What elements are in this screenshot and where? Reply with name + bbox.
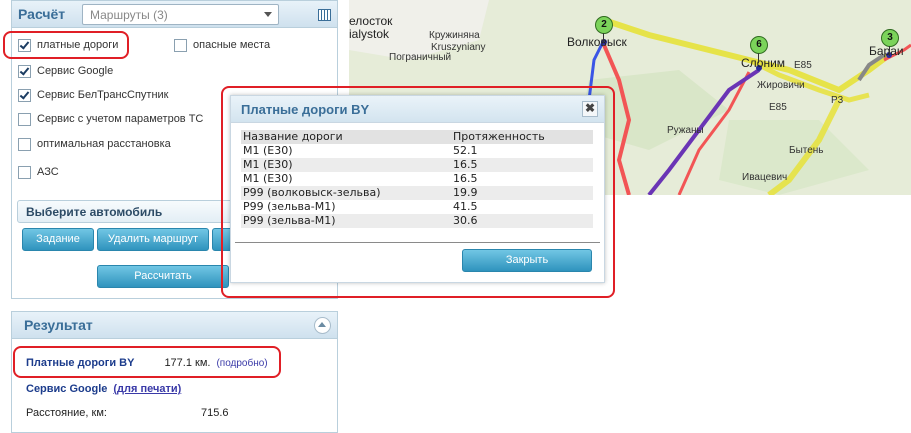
route-marker-3[interactable]: 3 <box>881 29 899 56</box>
google-service-summary: Сервис Google (для печати) <box>26 383 181 395</box>
checkbox-google-service[interactable]: Сервис Google <box>18 64 113 78</box>
calc-panel-title: Расчёт <box>18 6 66 22</box>
map-label-bytyen: Бытень <box>789 145 824 156</box>
checkbox-google-service-label: Сервис Google <box>37 65 114 77</box>
checkbox-beltrans-service-box[interactable] <box>18 88 31 102</box>
table-icon[interactable] <box>318 9 331 21</box>
print-link[interactable]: (для печати) <box>113 383 181 395</box>
delete-route-button[interactable]: Удалить маршрут <box>97 228 209 251</box>
distance-label: Расстояние, км: <box>26 407 107 419</box>
highlight-toll-checkbox <box>3 31 129 59</box>
map-label-r3: Р3 <box>831 95 844 106</box>
checkbox-gas-stations-box[interactable] <box>18 165 31 179</box>
checkbox-gas-stations[interactable]: АЗС <box>18 165 59 179</box>
route-marker-2[interactable]: 2 <box>595 16 613 43</box>
distance-value: 715.6 <box>201 407 229 419</box>
checkbox-optimal-placement[interactable]: оптимальная расстановка <box>18 137 171 151</box>
checkbox-vehicle-params-label: Сервис с учетом параметров ТС <box>37 113 204 125</box>
calc-panel-header: Расчёт Маршруты (3) <box>12 1 337 28</box>
checkbox-vehicle-params[interactable]: Сервис с учетом параметров ТС <box>18 112 203 126</box>
map-label-belostok: елосток <box>349 14 393 28</box>
checkbox-gas-stations-label: АЗС <box>37 166 59 178</box>
map-label-slonim: Слоним <box>741 56 786 70</box>
checkbox-vehicle-params-box[interactable] <box>18 112 31 126</box>
route-select[interactable]: Маршруты (3) <box>82 4 279 25</box>
checkbox-dangerous-places-label: опасные места <box>193 39 271 51</box>
distance-row: Расстояние, км: 715.6 <box>26 407 229 419</box>
checkbox-dangerous-places[interactable]: опасные места <box>174 38 270 52</box>
highlight-dialog <box>221 86 615 298</box>
collapse-icon[interactable] <box>314 317 331 334</box>
result-panel-title: Результат <box>24 317 93 333</box>
checkbox-optimal-placement-box[interactable] <box>18 137 31 151</box>
calculate-button[interactable]: Рассчитать <box>97 265 229 288</box>
result-panel-header: Результат <box>12 312 337 339</box>
google-service-label: Сервис Google <box>26 383 108 395</box>
map-label-e85-b: E85 <box>794 60 812 71</box>
map-label-kruzhinyany: Кружиняна <box>429 30 480 41</box>
map-label-e85-a: E85 <box>769 102 787 113</box>
map-label-pogranichny: Пограничный <box>389 52 452 63</box>
vehicle-select-label: Выберите автомобиль <box>26 205 163 219</box>
task-button[interactable]: Задание <box>22 228 94 251</box>
checkbox-google-service-box[interactable] <box>18 64 31 78</box>
checkbox-optimal-placement-label: оптимальная расстановка <box>37 138 171 150</box>
checkbox-dangerous-places-box[interactable] <box>174 38 187 52</box>
highlight-toll-result <box>13 346 281 378</box>
checkbox-beltrans-service-label: Сервис БелТрансСпутник <box>37 89 169 101</box>
map-label-volkovysk: Волковыск <box>567 35 627 49</box>
chevron-down-icon <box>264 12 272 17</box>
checkbox-beltrans-service[interactable]: Сервис БелТрансСпутник <box>18 88 169 102</box>
map-label-zhirovichi: Жировичи <box>757 80 805 91</box>
map-label-ruzhany: Ружаны <box>667 125 704 136</box>
route-select-value: Маршруты (3) <box>90 8 168 22</box>
map-label-ivatsevichi: Ивацевич <box>742 172 788 183</box>
map-label-bialystok: ialystok <box>349 27 390 41</box>
route-marker-6[interactable]: 6 <box>750 36 768 63</box>
